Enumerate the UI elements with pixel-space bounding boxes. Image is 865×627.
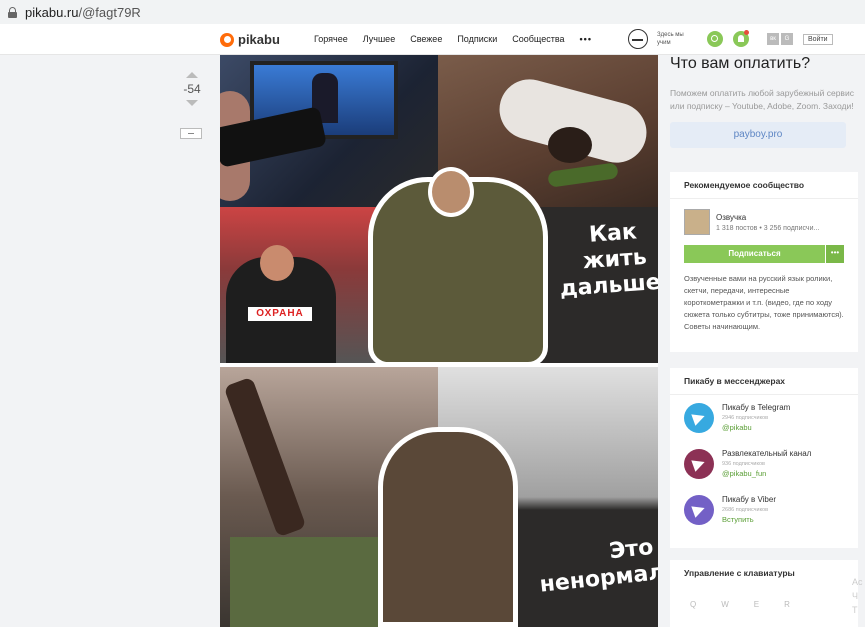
key-r: R <box>784 600 790 609</box>
image-panel-girl: Это ненормально!! <box>378 367 658 627</box>
caption-not-normal: Это ненормально!! <box>538 534 658 598</box>
pikabu-logo-icon <box>220 32 234 47</box>
header-right: Здесь мы учим вк G Войти <box>628 29 833 49</box>
caption-how-to-live: Как жить дальше? <box>559 219 658 302</box>
nav-hot[interactable]: Горячее <box>314 34 348 44</box>
edge-line: Ч <box>852 591 858 601</box>
subscribe-button[interactable]: Подписаться <box>684 245 825 263</box>
collapse-post-button[interactable] <box>180 128 202 139</box>
subscribe-more-button[interactable]: ••• <box>826 245 844 263</box>
messengers-card: Пикабу в мессенджерах Пикабу в Telegram … <box>670 368 858 548</box>
edge-line: Ac <box>852 577 863 587</box>
messenger-count: 936 подписчиков <box>722 461 765 467</box>
main-nav: Горячее Лучшее Свежее Подписки Сообществ… <box>314 34 607 44</box>
nav-fresh[interactable]: Свежее <box>410 34 442 44</box>
key-q: Q <box>690 600 697 609</box>
post-image[interactable]: ОХРАНА Как жить дальше? Это ненормально!… <box>220 55 658 627</box>
image-panel-soldier: Как жить дальше? <box>368 167 658 367</box>
post-rating: -54 <box>183 82 201 96</box>
sidebar-ad: Что вам оплатить? Поможем оплатить любой… <box>670 55 858 148</box>
messenger-item[interactable]: Пикабу в Viber 2686 подписчиков Вступить <box>670 487 858 533</box>
here-we-learn-text[interactable]: Здесь мы учим <box>657 31 697 47</box>
recommended-community-card: Рекомендуемое сообщество Озвучка 1 318 п… <box>670 172 858 352</box>
community-row[interactable]: Озвучка 1 318 постов • 3 256 подписчи... <box>670 199 858 241</box>
man-head <box>548 127 592 163</box>
subscribe-row: Подписаться ••• <box>684 245 844 263</box>
viber-icon[interactable] <box>684 495 714 525</box>
upvote-icon[interactable] <box>186 72 198 78</box>
telegram-fun-icon[interactable] <box>684 449 714 479</box>
messenger-count: 2946 подписчиков <box>722 415 769 421</box>
site-header: pikabu Горячее Лучшее Свежее Подписки Со… <box>0 24 865 55</box>
messenger-item[interactable]: Развлекательный канал 936 подписчиков @p… <box>670 441 858 487</box>
recommended-title: Рекомендуемое сообщество <box>670 172 858 199</box>
nav-communities[interactable]: Сообщества <box>512 34 564 44</box>
ad-title: Что вам оплатить? <box>670 55 811 72</box>
soldier-head <box>428 167 474 217</box>
messengers-title: Пикабу в мессенджерах <box>670 368 858 395</box>
keyboard-keys: Q W E R <box>670 586 858 609</box>
belt <box>223 376 307 538</box>
ad-text: Поможем оплатить любой зарубежный сервис… <box>670 88 854 111</box>
google-icon[interactable]: G <box>781 33 793 45</box>
url-path: /@fagt79R <box>78 4 141 20</box>
key-e: E <box>753 600 760 609</box>
vk-icon[interactable]: вк <box>767 33 779 45</box>
nav-best[interactable]: Лучшее <box>363 34 395 44</box>
ad-button[interactable]: payboy.pro <box>670 122 846 148</box>
messenger-name[interactable]: Пикабу в Viber <box>722 495 776 504</box>
community-description: Озвученные вами на русский язык ролики, … <box>684 274 844 331</box>
community-avatar[interactable] <box>684 209 710 235</box>
messenger-count: 2686 подписчиков <box>722 507 769 513</box>
messenger-link[interactable]: Вступить <box>722 515 776 524</box>
address-bar[interactable]: pikabu.ru/@fagt79R <box>0 0 865 24</box>
messenger-name[interactable]: Пикабу в Telegram <box>722 403 790 412</box>
messenger-name[interactable]: Развлекательный канал <box>722 449 811 458</box>
telegram-icon[interactable] <box>684 403 714 433</box>
logo-text: pikabu <box>238 32 280 47</box>
edge-text: Ac Ч T <box>852 575 863 617</box>
social-login: вк G <box>767 33 795 45</box>
site-logo[interactable]: pikabu <box>220 32 280 47</box>
notifications-icon[interactable] <box>733 30 749 47</box>
glasses-icon[interactable] <box>628 29 648 49</box>
community-stats: 1 318 постов • 3 256 подписчи... <box>716 224 820 232</box>
crying-girl <box>378 427 518 627</box>
login-button[interactable]: Войти <box>803 33 833 45</box>
community-name[interactable]: Озвучка <box>716 213 819 222</box>
messenger-link[interactable]: @pikabu <box>722 423 790 432</box>
bottle <box>547 162 619 188</box>
vote-widget: -54 <box>180 72 204 106</box>
url-host: pikabu.ru <box>25 4 79 20</box>
messenger-item[interactable]: Пикабу в Telegram 2946 подписчиков @pika… <box>670 395 858 441</box>
keyboard-title: Управление с клавиатуры <box>684 568 795 578</box>
nav-more-button[interactable]: ••• <box>580 34 592 44</box>
guard-label: ОХРАНА <box>248 307 312 321</box>
keyboard-card: Управление с клавиатуры Q W E R <box>670 560 858 627</box>
key-w: W <box>721 600 729 609</box>
lock-icon <box>8 6 17 18</box>
nav-subscriptions[interactable]: Подписки <box>457 34 497 44</box>
guard-head <box>260 245 294 281</box>
downvote-icon[interactable] <box>186 100 198 106</box>
search-icon[interactable] <box>707 31 723 47</box>
edge-line: T <box>852 605 858 615</box>
messenger-link[interactable]: @pikabu_fun <box>722 469 811 478</box>
